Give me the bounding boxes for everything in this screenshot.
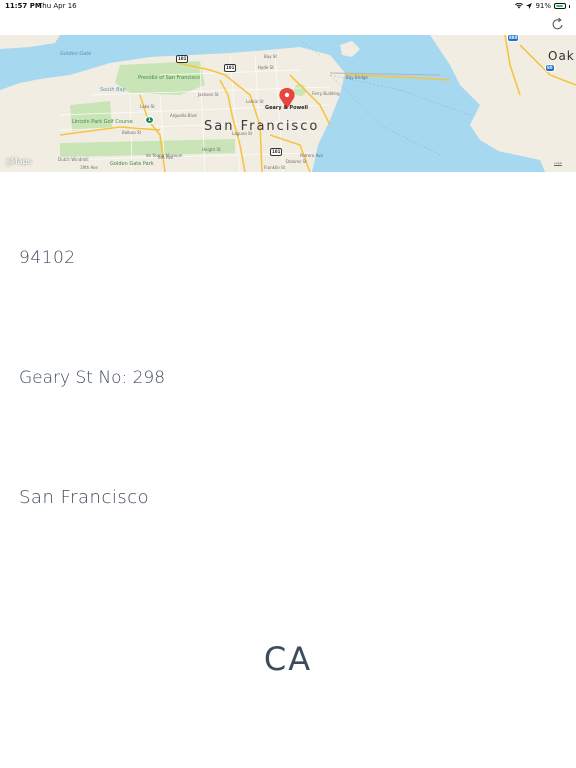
highway-shield-80: 80	[545, 64, 555, 72]
maps-attribution-text: Maps	[6, 157, 32, 166]
street-label-haight: Haight St	[202, 147, 221, 152]
park-label-golden-gate-park: Golden Gate Park	[110, 161, 154, 167]
highway-shield-101-south: 101	[270, 148, 283, 156]
street-label-larkin: Larkin St	[246, 99, 264, 104]
status-indicators: 91%	[515, 0, 570, 12]
map-city-label: San Francisco	[204, 119, 320, 134]
wifi-icon	[515, 3, 524, 9]
park-label-presidio: Presidio of San Francisco	[138, 75, 200, 81]
city-label: San Francisco	[19, 487, 150, 508]
map-pin-label: Geary & Powell	[265, 105, 308, 111]
zip-code-label: 94102	[19, 248, 76, 268]
landmark-label-bay-bridge: Bay Bridge	[346, 75, 368, 80]
status-bar: 11:57 PM Thu Apr 16 91%	[0, 0, 576, 12]
map-oakland-label: Oak	[548, 49, 575, 63]
landmark-label-ferry-building: Ferry Building	[312, 91, 340, 96]
street-label-balboa: Balboa St	[122, 130, 142, 135]
street-label-jackson: Jackson St	[198, 92, 219, 97]
highway-shield-880: 880	[507, 35, 520, 42]
battery-percent: 91%	[535, 2, 551, 10]
refresh-button[interactable]	[550, 16, 566, 32]
landmark-label-de-young: de Young Museum	[146, 153, 183, 158]
nav-bar	[0, 12, 576, 35]
water-label-south-bay: South Bay	[100, 87, 126, 93]
street-address-label: Geary St No: 298	[19, 368, 166, 388]
street-label-bay: Bay St	[264, 54, 277, 59]
battery-icon	[554, 3, 566, 9]
maps-attribution: Maps	[6, 157, 32, 166]
highway-shield-101-marina: 101	[224, 64, 237, 72]
street-label-dolores: Dolores St	[286, 159, 307, 164]
street-label-arguello: Arguello Blvd	[170, 113, 197, 118]
water-label-golden-gate: Golden Gate	[60, 51, 92, 57]
street-label-potrero: Potrero Ave	[300, 153, 323, 158]
status-time: 11:57 PM	[5, 2, 42, 10]
street-label-franklin: Franklin St	[264, 165, 286, 170]
legal-link[interactable]: Legal	[554, 161, 562, 165]
status-date: Thu Apr 16	[38, 2, 77, 10]
highway-shield-101-north: 101	[176, 55, 189, 63]
battery-tip	[569, 4, 570, 8]
street-label-lake: Lake St	[140, 104, 155, 109]
location-arrow-icon	[526, 3, 533, 9]
street-label-hyde: Hyde St	[258, 65, 274, 70]
battery-fill	[556, 5, 564, 7]
state-label: CA	[263, 640, 313, 678]
landmark-label-dutch-windmill: Dutch Windmill	[58, 157, 89, 162]
refresh-icon	[552, 17, 563, 30]
highway-shield-1: 1	[145, 116, 154, 124]
park-label-lincoln: Lincoln Park Golf Course	[72, 119, 133, 125]
map-view[interactable]: Golden Gate South Bay Presidio of San Fr…	[0, 35, 576, 172]
street-label-19th-ave: 19th Ave	[80, 165, 98, 170]
